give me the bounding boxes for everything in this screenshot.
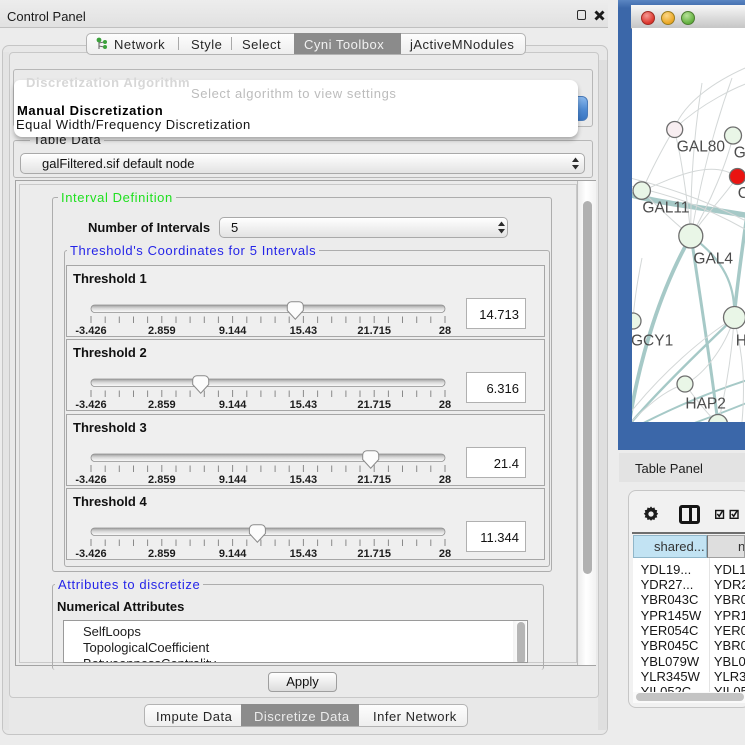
svg-text:GAL80: GAL80 — [677, 139, 726, 156]
svg-text:GAL11: GAL11 — [642, 200, 689, 217]
svg-text:28: 28 — [439, 399, 451, 411]
svg-text:15.43: 15.43 — [290, 474, 318, 486]
svg-text:GA: GA — [734, 145, 745, 162]
svg-text:2.859: 2.859 — [148, 399, 176, 411]
svg-text:15.43: 15.43 — [290, 548, 318, 560]
svg-text:28: 28 — [439, 548, 451, 560]
svg-text:-3.426: -3.426 — [75, 399, 106, 411]
svg-text:2.859: 2.859 — [148, 474, 176, 486]
svg-text:H: H — [736, 333, 745, 350]
svg-text:21.715: 21.715 — [357, 548, 391, 560]
svg-text:28: 28 — [439, 474, 451, 486]
svg-text:GCY1: GCY1 — [632, 333, 673, 350]
svg-text:15.43: 15.43 — [290, 399, 318, 411]
svg-text:9.144: 9.144 — [219, 325, 247, 337]
svg-text:21.715: 21.715 — [357, 399, 391, 411]
svg-text:28: 28 — [439, 325, 451, 337]
svg-text:21.715: 21.715 — [357, 474, 391, 486]
svg-text:9.144: 9.144 — [219, 548, 247, 560]
svg-text:9.144: 9.144 — [219, 474, 247, 486]
svg-text:GAL4: GAL4 — [693, 251, 733, 268]
svg-text:C: C — [738, 185, 745, 202]
svg-text:21.715: 21.715 — [357, 325, 391, 337]
svg-text:9.144: 9.144 — [219, 399, 247, 411]
svg-text:HAP2: HAP2 — [685, 396, 726, 413]
svg-text:2.859: 2.859 — [148, 325, 176, 337]
svg-text:-3.426: -3.426 — [75, 325, 106, 337]
svg-text:-3.426: -3.426 — [75, 548, 106, 560]
svg-text:15.43: 15.43 — [290, 325, 318, 337]
svg-text:2.859: 2.859 — [148, 548, 176, 560]
svg-text:-3.426: -3.426 — [75, 474, 106, 486]
